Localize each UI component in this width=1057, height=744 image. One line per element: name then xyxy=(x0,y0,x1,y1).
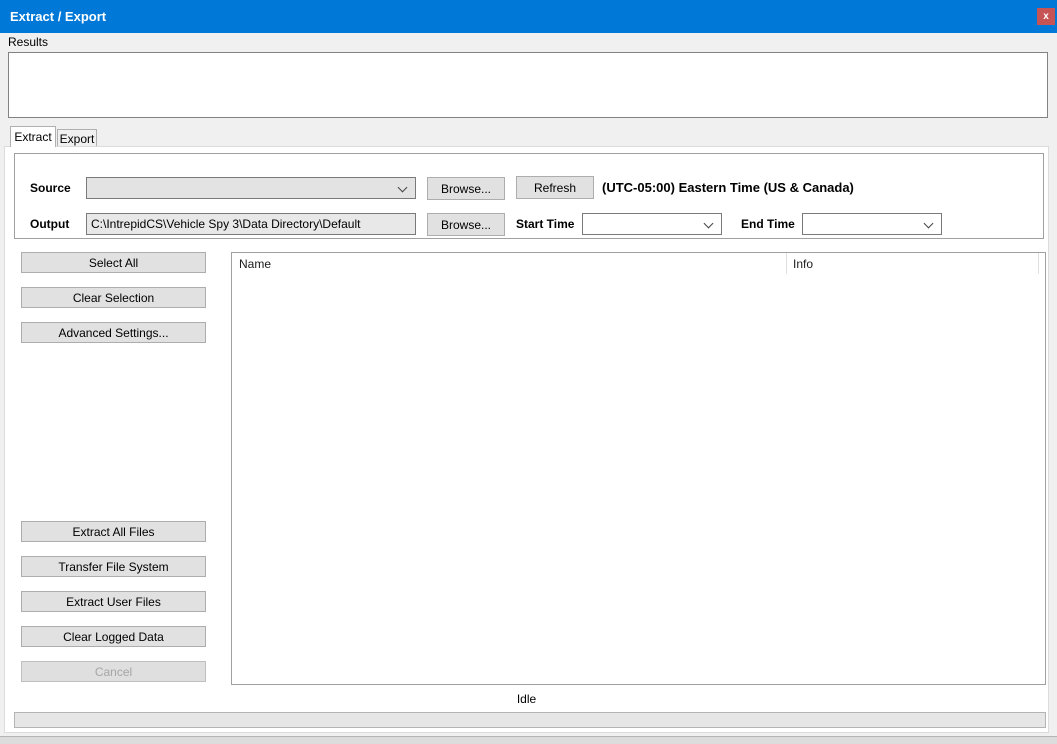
advanced-settings-button[interactable]: Advanced Settings... xyxy=(21,322,206,343)
source-label: Source xyxy=(30,181,71,195)
progress-bar xyxy=(14,712,1046,728)
tab-export-label: Export xyxy=(60,132,95,146)
tab-export[interactable]: Export xyxy=(57,129,97,146)
extract-user-files-label: Extract User Files xyxy=(66,595,161,609)
select-all-label: Select All xyxy=(89,256,138,270)
tab-extract[interactable]: Extract xyxy=(10,126,56,147)
advanced-settings-label: Advanced Settings... xyxy=(58,326,168,340)
column-divider[interactable] xyxy=(786,253,787,274)
timezone-label: (UTC-05:00) Eastern Time (US & Canada) xyxy=(602,180,854,195)
source-combobox[interactable] xyxy=(86,177,416,199)
column-header-name[interactable]: Name xyxy=(239,257,271,271)
start-time-label: Start Time xyxy=(516,217,574,231)
extract-export-dialog: { "window": { "title": "Extract / Export… xyxy=(0,0,1057,744)
clear-selection-label: Clear Selection xyxy=(73,291,154,305)
source-output-group: Source Browse... Refresh (UTC-05:00) Eas… xyxy=(14,153,1044,239)
tab-extract-label: Extract xyxy=(14,130,51,144)
chevron-down-icon xyxy=(398,183,408,193)
window-bottom-edge xyxy=(0,737,1057,744)
results-label: Results xyxy=(8,35,48,49)
close-icon: x xyxy=(1043,12,1049,22)
output-browse-label: Browse... xyxy=(441,218,491,232)
extract-tab-page: Source Browse... Refresh (UTC-05:00) Eas… xyxy=(4,146,1049,733)
cancel-button: Cancel xyxy=(21,661,206,682)
refresh-label: Refresh xyxy=(534,181,576,195)
extract-all-files-button[interactable]: Extract All Files xyxy=(21,521,206,542)
start-time-combobox[interactable] xyxy=(582,213,722,235)
window-title: Extract / Export xyxy=(10,9,106,24)
column-divider[interactable] xyxy=(1038,253,1039,274)
results-textarea[interactable] xyxy=(8,52,1048,118)
refresh-button[interactable]: Refresh xyxy=(516,176,594,199)
select-all-button[interactable]: Select All xyxy=(21,252,206,273)
transfer-file-system-label: Transfer File System xyxy=(58,560,168,574)
source-browse-button[interactable]: Browse... xyxy=(427,177,505,200)
transfer-file-system-button[interactable]: Transfer File System xyxy=(21,556,206,577)
close-button[interactable]: x xyxy=(1037,8,1055,25)
cancel-label: Cancel xyxy=(95,665,132,679)
clear-selection-button[interactable]: Clear Selection xyxy=(21,287,206,308)
end-time-combobox[interactable] xyxy=(802,213,942,235)
column-header-info[interactable]: Info xyxy=(793,257,813,271)
source-browse-label: Browse... xyxy=(441,182,491,196)
titlebar: Extract / Export x xyxy=(0,0,1057,33)
extract-all-files-label: Extract All Files xyxy=(72,525,154,539)
output-path-input[interactable] xyxy=(86,213,416,235)
extract-user-files-button[interactable]: Extract User Files xyxy=(21,591,206,612)
chevron-down-icon xyxy=(704,219,714,229)
output-browse-button[interactable]: Browse... xyxy=(427,213,505,236)
clear-logged-data-label: Clear Logged Data xyxy=(63,630,164,644)
status-text: Idle xyxy=(5,692,1048,706)
file-list[interactable]: Name Info xyxy=(231,252,1046,685)
chevron-down-icon xyxy=(924,219,934,229)
clear-logged-data-button[interactable]: Clear Logged Data xyxy=(21,626,206,647)
output-label: Output xyxy=(30,217,69,231)
end-time-label: End Time xyxy=(741,217,795,231)
